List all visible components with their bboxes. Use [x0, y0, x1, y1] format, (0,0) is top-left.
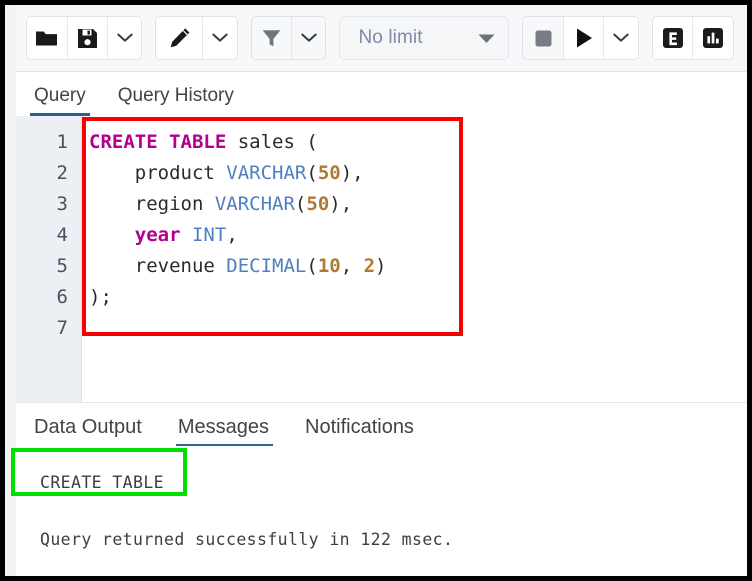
line-number: 4 — [16, 220, 81, 251]
stop-square-icon — [534, 29, 553, 48]
line-number: 2 — [16, 158, 81, 189]
chevron-down-icon — [117, 33, 133, 43]
execute-options-button[interactable] — [604, 17, 637, 59]
chevron-down-icon — [301, 33, 317, 43]
sql-token-punc: ( — [295, 193, 306, 215]
line-number: 7 — [16, 313, 81, 344]
tab-query-history-label: Query History — [118, 85, 234, 106]
sql-token-punc: , — [341, 255, 364, 277]
line-number: 1 — [16, 127, 81, 158]
toolbar-filter-group — [251, 16, 327, 60]
sql-token-punc: ( — [306, 162, 317, 184]
sql-token-keyword: CREATE TABLE — [89, 131, 226, 153]
tab-data-output-label: Data Output — [34, 416, 142, 438]
execute-button[interactable] — [564, 17, 605, 59]
sql-code-line: year INT, — [89, 220, 747, 251]
sql-token-plain: region — [89, 193, 215, 215]
sql-token-plain: product — [89, 162, 226, 184]
tab-notifications[interactable]: Notifications — [303, 416, 426, 447]
sql-token-punc: ), — [329, 193, 352, 215]
sql-code-line: region VARCHAR(50), — [89, 189, 747, 220]
messages-panel[interactable]: CREATE TABLE Query returned successfully… — [16, 446, 747, 576]
open-file-button[interactable] — [27, 17, 68, 59]
sql-code-line — [89, 313, 747, 344]
sql-token-type: INT — [192, 224, 226, 246]
sql-token-type: VARCHAR — [215, 193, 295, 215]
tab-notifications-label: Notifications — [305, 416, 414, 438]
app-window: No limit — [0, 0, 752, 581]
sql-token-number: 50 — [318, 162, 341, 184]
play-triangle-icon — [574, 27, 594, 49]
message-result: CREATE TABLE — [40, 468, 747, 498]
sql-token-keyword: year — [135, 224, 181, 246]
query-tab-bar: Query Query History — [16, 72, 747, 117]
explain-e-icon — [662, 27, 684, 49]
line-number-gutter: 1 2 3 4 5 6 7 — [16, 116, 82, 402]
sql-token-punc: ( — [306, 255, 317, 277]
toolbar-execute-group — [522, 16, 638, 60]
toolbar-edit-group — [155, 16, 237, 60]
pencil-edit-icon — [168, 27, 191, 50]
explain-button[interactable] — [653, 17, 694, 59]
sql-token-punc: ); — [89, 286, 112, 308]
app-window-inner: No limit — [5, 5, 747, 576]
sql-token-number: 10 — [318, 255, 341, 277]
save-options-button[interactable] — [108, 17, 141, 59]
query-toolbar: No limit — [16, 5, 747, 72]
tab-query-label: Query — [34, 85, 86, 106]
save-button[interactable] — [68, 17, 109, 59]
output-tab-bar: Data Output Messages Notifications — [16, 402, 747, 448]
sql-token-plain — [89, 224, 135, 246]
save-icon — [77, 28, 98, 49]
line-number: 3 — [16, 189, 81, 220]
sql-editor[interactable]: 1 2 3 4 5 6 7 CREATE TABLE sales ( produ… — [16, 116, 747, 402]
filter-icon — [261, 28, 282, 49]
sql-token-punc: ), — [341, 162, 364, 184]
filter-options-button[interactable] — [292, 17, 325, 59]
edit-options-button[interactable] — [203, 17, 236, 59]
line-number: 5 — [16, 251, 81, 282]
tab-messages-label: Messages — [178, 416, 269, 438]
toolbar-file-group — [26, 16, 142, 60]
bar-chart-icon — [702, 27, 724, 49]
chevron-down-icon — [477, 33, 496, 44]
sql-code-area[interactable]: CREATE TABLE sales ( product VARCHAR(50)… — [82, 116, 747, 402]
sql-token-number: 50 — [306, 193, 329, 215]
stop-button[interactable] — [523, 17, 564, 59]
sql-token-plain: sales ( — [226, 131, 318, 153]
sql-token-type: VARCHAR — [226, 162, 306, 184]
chevron-down-icon — [212, 33, 228, 43]
tab-data-output[interactable]: Data Output — [32, 416, 154, 447]
sql-code-line: product VARCHAR(50), — [89, 158, 747, 189]
sql-code-line: revenue DECIMAL(10, 2) — [89, 251, 747, 282]
edit-button[interactable] — [156, 17, 203, 59]
message-status: Query returned successfully in 122 msec. — [40, 525, 747, 555]
sql-token-type: DECIMAL — [226, 255, 306, 277]
filter-button[interactable] — [252, 17, 293, 59]
folder-open-icon — [35, 29, 58, 48]
tab-query-history[interactable]: Query History — [114, 85, 248, 116]
line-number: 6 — [16, 282, 81, 313]
sql-code-line: CREATE TABLE sales ( — [89, 127, 747, 158]
toolbar-analysis-group — [652, 16, 734, 60]
sql-token-number: 2 — [364, 255, 375, 277]
tab-messages[interactable]: Messages — [176, 416, 281, 447]
sql-token-plain — [181, 224, 192, 246]
explain-analyze-button[interactable] — [693, 17, 733, 59]
row-limit-value: No limit — [358, 27, 422, 49]
sql-code-line: ); — [89, 282, 747, 313]
sql-token-plain: revenue — [89, 255, 226, 277]
tab-query[interactable]: Query — [30, 85, 100, 116]
chevron-down-icon — [613, 33, 629, 43]
sql-token-punc: , — [226, 224, 237, 246]
row-limit-dropdown[interactable]: No limit — [339, 16, 509, 60]
sql-token-punc: ) — [375, 255, 386, 277]
